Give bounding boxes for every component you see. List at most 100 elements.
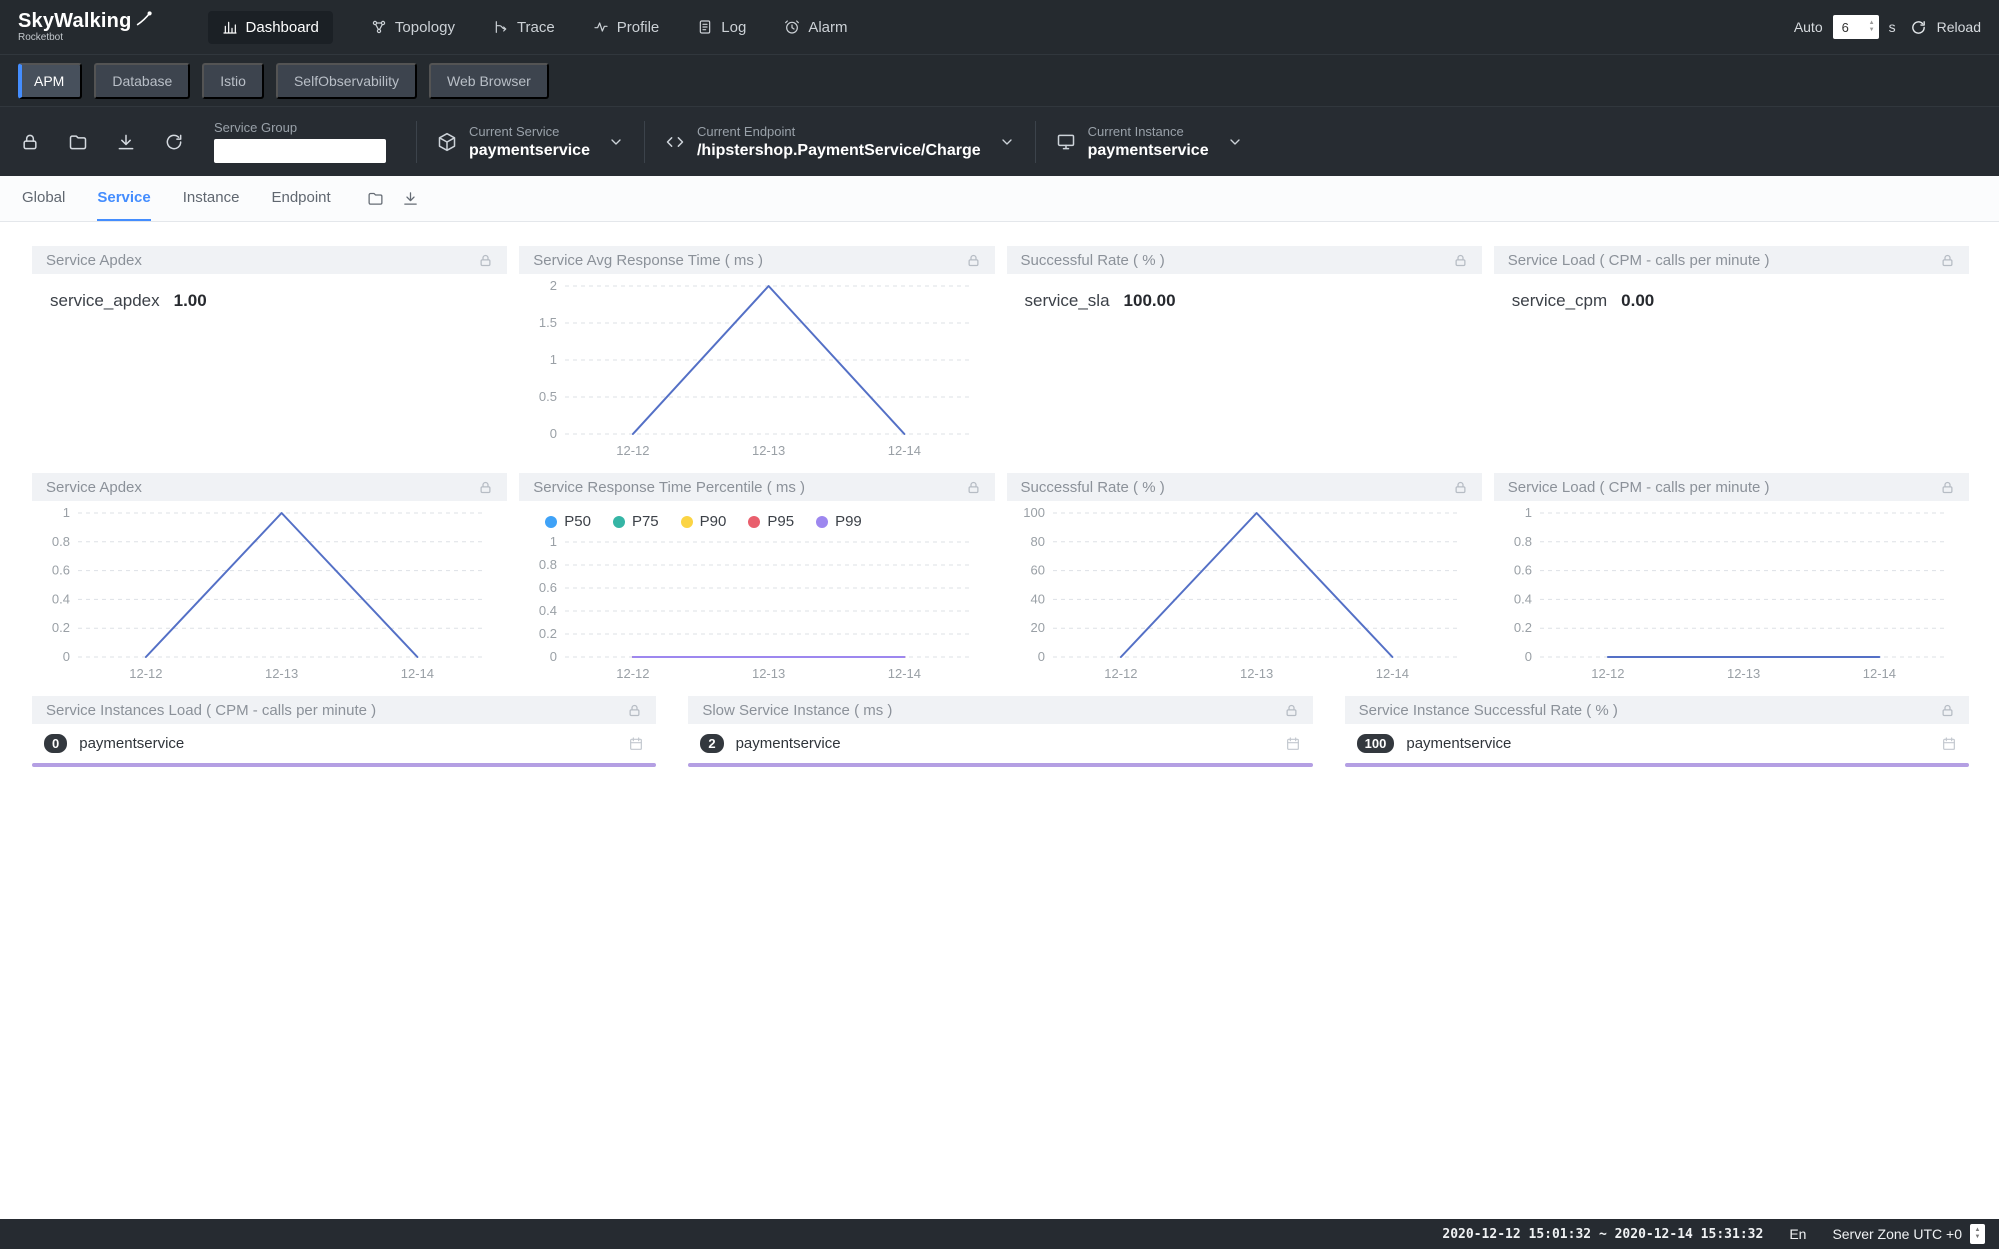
p95-dot-icon [748, 516, 760, 528]
lock-icon[interactable] [1453, 253, 1468, 268]
selector-label: Current Endpoint [697, 124, 981, 139]
tab-service[interactable]: Service [97, 176, 150, 221]
service-group-input[interactable] [214, 139, 386, 163]
tab-istio[interactable]: Istio [202, 63, 264, 99]
nav-label: Log [721, 19, 746, 36]
language-toggle[interactable]: En [1789, 1226, 1806, 1242]
svg-text:12-14: 12-14 [401, 666, 434, 681]
svg-text:20: 20 [1030, 620, 1044, 635]
view-tab-actions [367, 176, 419, 221]
legend-p75[interactable]: P75 [613, 513, 659, 530]
zone-stepper-icon[interactable]: ▲▼ [1970, 1224, 1985, 1244]
card-body: 0 paymentservice [32, 724, 656, 780]
selector-text: Current Endpoint /hipstershop.PaymentSer… [697, 124, 981, 160]
lock-icon[interactable] [966, 480, 981, 495]
svg-text:0.8: 0.8 [539, 557, 557, 572]
metric-name: service_apdex [50, 291, 160, 311]
instance-detail-icon[interactable] [1941, 736, 1957, 752]
tab-global[interactable]: Global [22, 176, 65, 221]
card-body: 2 paymentservice [688, 724, 1312, 780]
svg-text:1.5: 1.5 [539, 315, 557, 330]
nav-profile[interactable]: Profile [593, 19, 660, 36]
legend-p99[interactable]: P99 [816, 513, 862, 530]
tab-database[interactable]: Database [94, 63, 190, 99]
tab-web-browser[interactable]: Web Browser [429, 63, 549, 99]
export-icon[interactable] [402, 190, 419, 207]
percentile-legend: P50 P75 P90 P95 [519, 501, 994, 530]
selector-text: Current Instance paymentservice [1088, 124, 1209, 160]
lock-icon[interactable] [20, 132, 40, 152]
instance-name[interactable]: paymentservice [736, 735, 1285, 752]
card-title: Slow Service Instance ( ms ) [702, 702, 892, 719]
nav-topology[interactable]: Topology [371, 19, 455, 36]
profile-icon [593, 19, 609, 35]
auto-unit-label: s [1889, 19, 1896, 35]
refresh-icon[interactable] [164, 132, 184, 152]
svg-text:0.8: 0.8 [52, 534, 70, 549]
lock-icon[interactable] [1940, 480, 1955, 495]
card-header: Service Instance Successful Rate ( % ) [1345, 696, 1969, 724]
metric-value: 1.00 [174, 291, 207, 311]
lock-icon[interactable] [627, 703, 642, 718]
logo-subtitle: Rocketbot [18, 32, 152, 43]
logo[interactable]: SkyWalking Rocketbot [18, 11, 152, 43]
lock-icon[interactable] [478, 253, 493, 268]
folder-icon[interactable] [68, 132, 88, 152]
instance-name[interactable]: paymentservice [1406, 735, 1941, 752]
server-zone-control[interactable]: Server Zone UTC +0 ▲▼ [1832, 1224, 1985, 1244]
lock-icon[interactable] [1284, 703, 1299, 718]
legend-p95[interactable]: P95 [748, 513, 794, 530]
tab-selfobservability[interactable]: SelfObservability [276, 63, 417, 99]
svg-text:80: 80 [1030, 534, 1044, 549]
nav-label: Alarm [808, 19, 847, 36]
svg-text:12-14: 12-14 [888, 666, 921, 681]
service-group-label: Service Group [214, 120, 386, 135]
nav-log[interactable]: Log [697, 19, 746, 36]
lock-icon[interactable] [1453, 480, 1468, 495]
metric-value: 100.00 [1124, 291, 1176, 311]
tab-apm[interactable]: APM [18, 63, 82, 99]
instance-detail-icon[interactable] [628, 736, 644, 752]
card-avg-response-time: Service Avg Response Time ( ms ) 00.511.… [519, 246, 994, 464]
metrics-row-1: Service Apdex service_apdex 1.00 Service… [32, 246, 1969, 464]
tab-endpoint[interactable]: Endpoint [271, 176, 330, 221]
card-title: Service Avg Response Time ( ms ) [533, 252, 763, 269]
stepper-icon[interactable]: ▲▼ [1869, 20, 1875, 34]
nav-alarm[interactable]: Alarm [784, 19, 847, 36]
instance-name[interactable]: paymentservice [79, 735, 628, 752]
lock-icon[interactable] [966, 253, 981, 268]
card-body: P50 P75 P90 P95 [519, 501, 994, 687]
nav-label: Topology [395, 19, 455, 36]
folder-icon[interactable] [367, 190, 384, 207]
legend-p90[interactable]: P90 [681, 513, 727, 530]
legend-label: P75 [632, 513, 659, 530]
nav-dashboard[interactable]: Dashboard [208, 11, 333, 44]
legend-p50[interactable]: P50 [545, 513, 591, 530]
time-range-picker[interactable]: 2020-12-12 15:01:32 ~ 2020-12-14 15:31:3… [1442, 1227, 1763, 1242]
svg-text:0: 0 [63, 649, 70, 664]
reload-icon[interactable] [1910, 19, 1927, 36]
instance-detail-icon[interactable] [1285, 736, 1301, 752]
reload-label[interactable]: Reload [1937, 19, 1981, 35]
lock-icon[interactable] [1940, 253, 1955, 268]
current-instance-selector[interactable]: Current Instance paymentservice [1056, 124, 1243, 160]
lock-icon[interactable] [478, 480, 493, 495]
auto-interval-input[interactable]: 6 ▲▼ [1833, 15, 1879, 39]
server-zone-label: Server Zone UTC +0 [1832, 1226, 1962, 1242]
lock-icon[interactable] [1940, 703, 1955, 718]
nav-trace[interactable]: Trace [493, 19, 555, 36]
svg-text:12-14: 12-14 [1375, 666, 1408, 681]
avg-response-time-chart: 00.511.5212-1212-1312-14 [519, 274, 994, 464]
current-service-selector[interactable]: Current Service paymentservice [437, 124, 624, 160]
card-header: Service Avg Response Time ( ms ) [519, 246, 994, 274]
tab-instance[interactable]: Instance [183, 176, 240, 221]
toolbar-divider [1035, 121, 1036, 163]
export-icon[interactable] [116, 132, 136, 152]
card-title: Successful Rate ( % ) [1021, 252, 1165, 269]
instance-monitor-icon [1056, 132, 1076, 152]
svg-text:60: 60 [1030, 563, 1044, 578]
current-endpoint-selector[interactable]: Current Endpoint /hipstershop.PaymentSer… [665, 124, 1015, 160]
dashboard-icon [222, 19, 238, 35]
card-title: Service Apdex [46, 479, 142, 496]
card-successful-rate: Successful Rate ( % ) service_sla 100.00 [1007, 246, 1482, 464]
